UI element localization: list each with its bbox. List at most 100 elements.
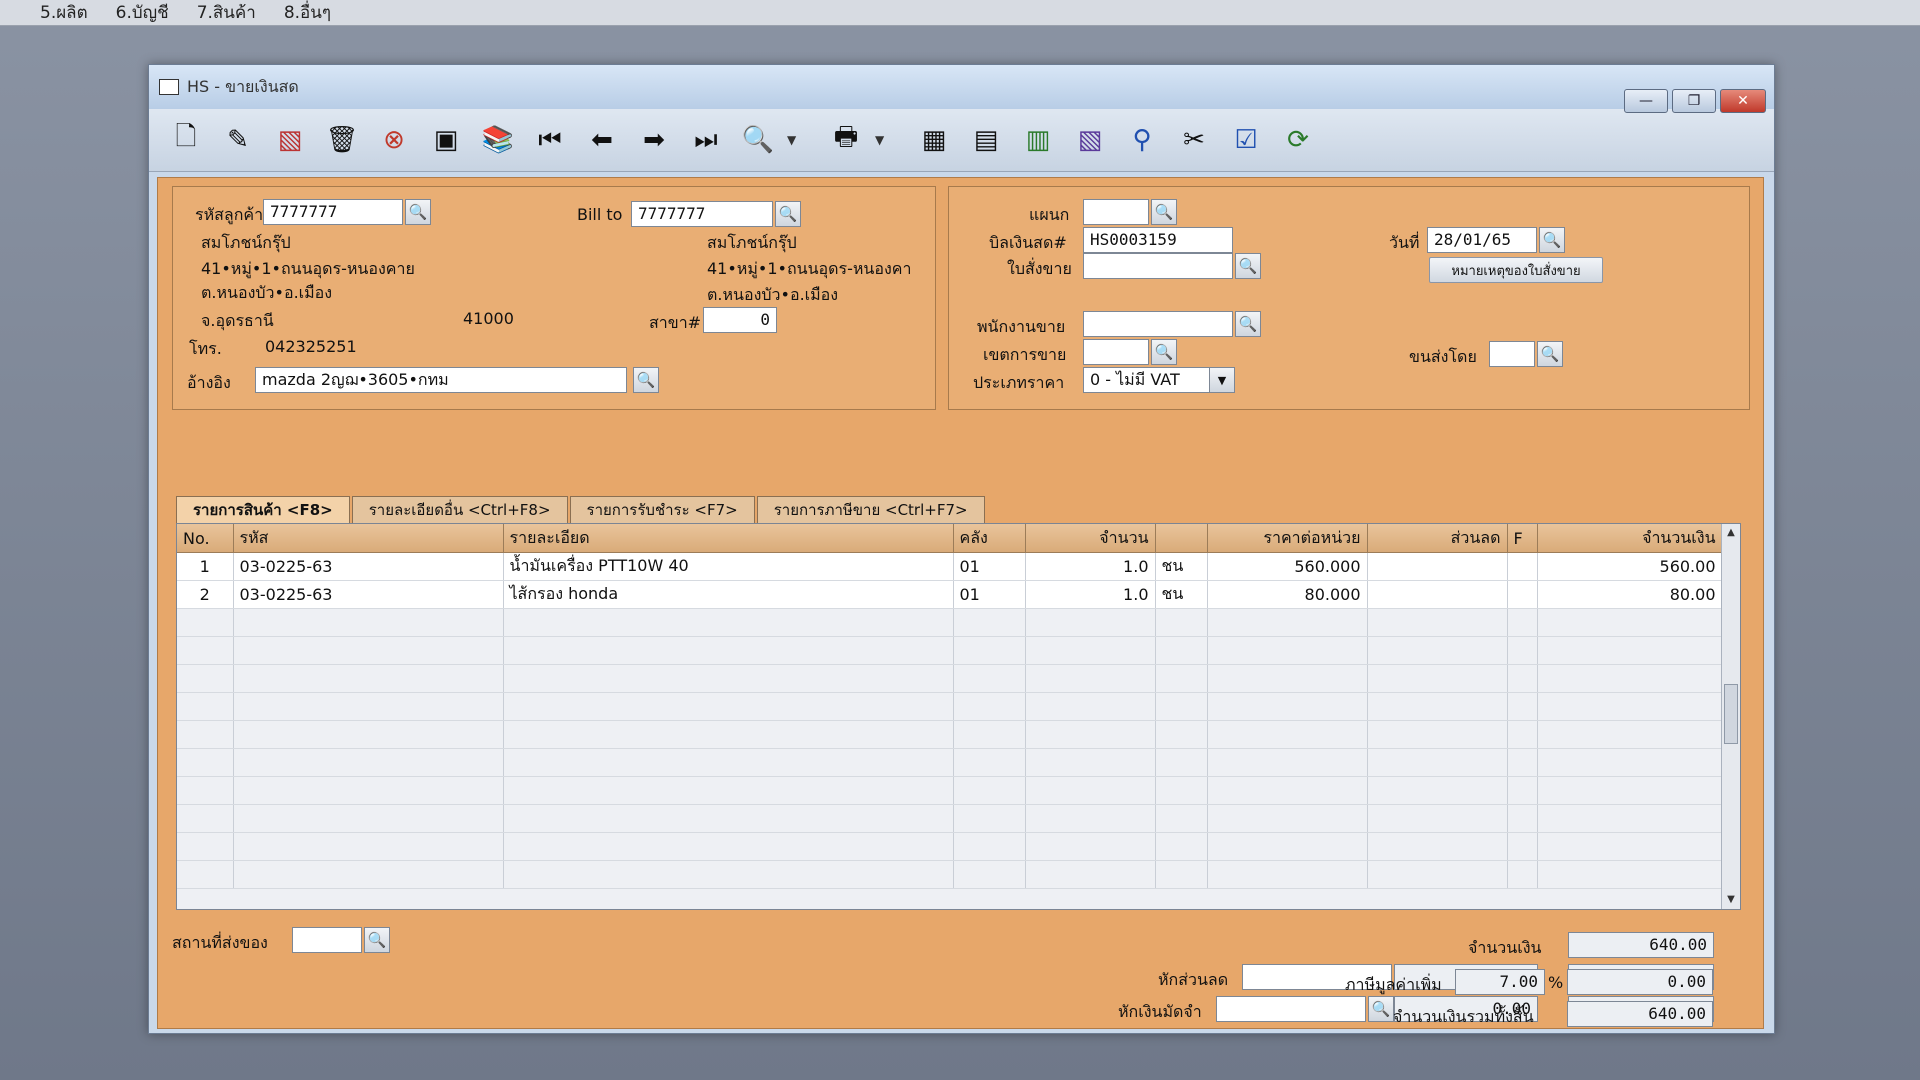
- new-icon[interactable]: 🗋: [163, 117, 209, 163]
- ship-by-input[interactable]: [1489, 341, 1535, 367]
- print-icon[interactable]: 🖶: [823, 117, 869, 163]
- order-search-icon[interactable]: 🔍: [1235, 253, 1261, 279]
- empty-cell[interactable]: [503, 608, 954, 637]
- col-flag[interactable]: F: [1507, 524, 1538, 553]
- empty-cell[interactable]: [1367, 692, 1508, 721]
- deposit-input[interactable]: [1216, 996, 1366, 1022]
- empty-cell[interactable]: [503, 776, 954, 805]
- cell-discount[interactable]: [1367, 552, 1508, 581]
- empty-cell[interactable]: [177, 748, 234, 777]
- empty-cell[interactable]: [177, 804, 234, 833]
- table-row[interactable]: 2 03-0225-63 ไส้กรอง honda 01 1.0 ชน 80.000 80.…: [177, 580, 1723, 609]
- empty-cell[interactable]: [1537, 664, 1723, 693]
- search-dropdown-icon[interactable]: ▼: [787, 133, 801, 147]
- empty-cell[interactable]: [953, 636, 1026, 665]
- customer-code-input[interactable]: 7777777: [263, 199, 403, 225]
- empty-cell[interactable]: [233, 636, 504, 665]
- empty-cell[interactable]: [233, 860, 504, 889]
- price-type-select[interactable]: 0 - ไม่มี VAT: [1083, 367, 1227, 393]
- empty-row[interactable]: [177, 748, 1723, 777]
- prev-icon[interactable]: ⬅: [579, 117, 625, 163]
- cell-quantity[interactable]: 1.0: [1025, 580, 1156, 609]
- empty-cell[interactable]: [1367, 832, 1508, 861]
- empty-cell[interactable]: [1025, 776, 1156, 805]
- sales-area-input[interactable]: [1083, 339, 1149, 365]
- empty-cell[interactable]: [503, 860, 954, 889]
- close-button[interactable]: ✕: [1720, 89, 1766, 113]
- reference-search-icon[interactable]: 🔍: [633, 367, 659, 393]
- empty-cell[interactable]: [1207, 832, 1368, 861]
- col-unit[interactable]: [1155, 524, 1208, 553]
- empty-cell[interactable]: [1537, 692, 1723, 721]
- empty-cell[interactable]: [503, 804, 954, 833]
- last-icon[interactable]: ⏭: [683, 117, 729, 163]
- empty-row[interactable]: [177, 860, 1723, 889]
- empty-cell[interactable]: [503, 664, 954, 693]
- empty-cell[interactable]: [233, 832, 504, 861]
- calc-icon[interactable]: ▦: [911, 117, 957, 163]
- save-icon[interactable]: ▣: [423, 117, 469, 163]
- empty-cell[interactable]: [1207, 776, 1368, 805]
- cash-icon[interactable]: ▧: [1067, 117, 1113, 163]
- col-code[interactable]: รหัส: [233, 524, 504, 553]
- next-icon[interactable]: ➡: [631, 117, 677, 163]
- empty-row[interactable]: [177, 692, 1723, 721]
- empty-cell[interactable]: [1207, 804, 1368, 833]
- dept-input[interactable]: [1083, 199, 1149, 225]
- cell-flag[interactable]: [1507, 552, 1538, 581]
- menu-item-other[interactable]: 8.อื่นๆ: [284, 0, 331, 26]
- empty-row[interactable]: [177, 608, 1723, 637]
- maximize-button[interactable]: ❐: [1672, 89, 1716, 113]
- empty-cell[interactable]: [953, 860, 1026, 889]
- empty-cell[interactable]: [953, 776, 1026, 805]
- bill-to-search-icon[interactable]: 🔍: [775, 201, 801, 227]
- cell-description[interactable]: น้ำมันเครื่อง PTT10W 40: [503, 552, 954, 581]
- grid-scrollbar[interactable]: ▲ ▼: [1721, 524, 1740, 909]
- cell-code[interactable]: 03-0225-63: [233, 552, 504, 581]
- col-discount[interactable]: ส่วนลด: [1367, 524, 1508, 553]
- empty-cell[interactable]: [1025, 748, 1156, 777]
- empty-cell[interactable]: [177, 720, 234, 749]
- items-grid[interactable]: No. รหัส รายละเอียด คลัง จำนวน ราคาต่อหน…: [176, 523, 1741, 910]
- empty-cell[interactable]: [1025, 860, 1156, 889]
- empty-cell[interactable]: [1155, 748, 1208, 777]
- ok-icon[interactable]: ☑: [1223, 117, 1269, 163]
- empty-cell[interactable]: [1025, 664, 1156, 693]
- empty-cell[interactable]: [1367, 748, 1508, 777]
- empty-cell[interactable]: [1507, 804, 1538, 833]
- empty-cell[interactable]: [1155, 636, 1208, 665]
- scroll-down-icon[interactable]: ▼: [1722, 891, 1740, 909]
- refresh-icon[interactable]: ⟳: [1275, 117, 1321, 163]
- empty-cell[interactable]: [1155, 608, 1208, 637]
- branch-input[interactable]: 0: [703, 307, 777, 333]
- reference-input[interactable]: mazda 2ญฌ•3605•กทม: [255, 367, 627, 393]
- dept-search-icon[interactable]: 🔍: [1151, 199, 1177, 225]
- trash-icon[interactable]: 🗑: [319, 117, 365, 163]
- scroll-thumb[interactable]: [1724, 684, 1738, 744]
- menu-item-goods[interactable]: 7.สินค้า: [197, 0, 256, 26]
- empty-cell[interactable]: [1025, 832, 1156, 861]
- empty-row[interactable]: [177, 776, 1723, 805]
- empty-row[interactable]: [177, 804, 1723, 833]
- empty-cell[interactable]: [1207, 860, 1368, 889]
- cell-code[interactable]: 03-0225-63: [233, 580, 504, 609]
- ship-place-search-icon[interactable]: 🔍: [364, 927, 390, 953]
- empty-cell[interactable]: [177, 832, 234, 861]
- bill-to-code-input[interactable]: 7777777: [631, 201, 773, 227]
- empty-cell[interactable]: [1207, 748, 1368, 777]
- empty-cell[interactable]: [1507, 636, 1538, 665]
- empty-cell[interactable]: [1537, 608, 1723, 637]
- ship-by-search-icon[interactable]: 🔍: [1537, 341, 1563, 367]
- empty-cell[interactable]: [177, 608, 234, 637]
- empty-cell[interactable]: [1367, 608, 1508, 637]
- tab-payments[interactable]: รายการรับชำระ <F7>: [569, 496, 755, 523]
- empty-cell[interactable]: [503, 748, 954, 777]
- deposit-search-icon[interactable]: 🔍: [1368, 996, 1394, 1022]
- cell-discount[interactable]: [1367, 580, 1508, 609]
- empty-cell[interactable]: [233, 748, 504, 777]
- title-bar[interactable]: HS - ขายเงินสด — ❐ ✕: [149, 65, 1774, 113]
- cell-no[interactable]: 2: [177, 580, 234, 609]
- cell-amount[interactable]: 560.00: [1537, 552, 1723, 581]
- cell-unit-price[interactable]: 560.000: [1207, 552, 1368, 581]
- col-unit-price[interactable]: ราคาต่อหน่วย: [1207, 524, 1368, 553]
